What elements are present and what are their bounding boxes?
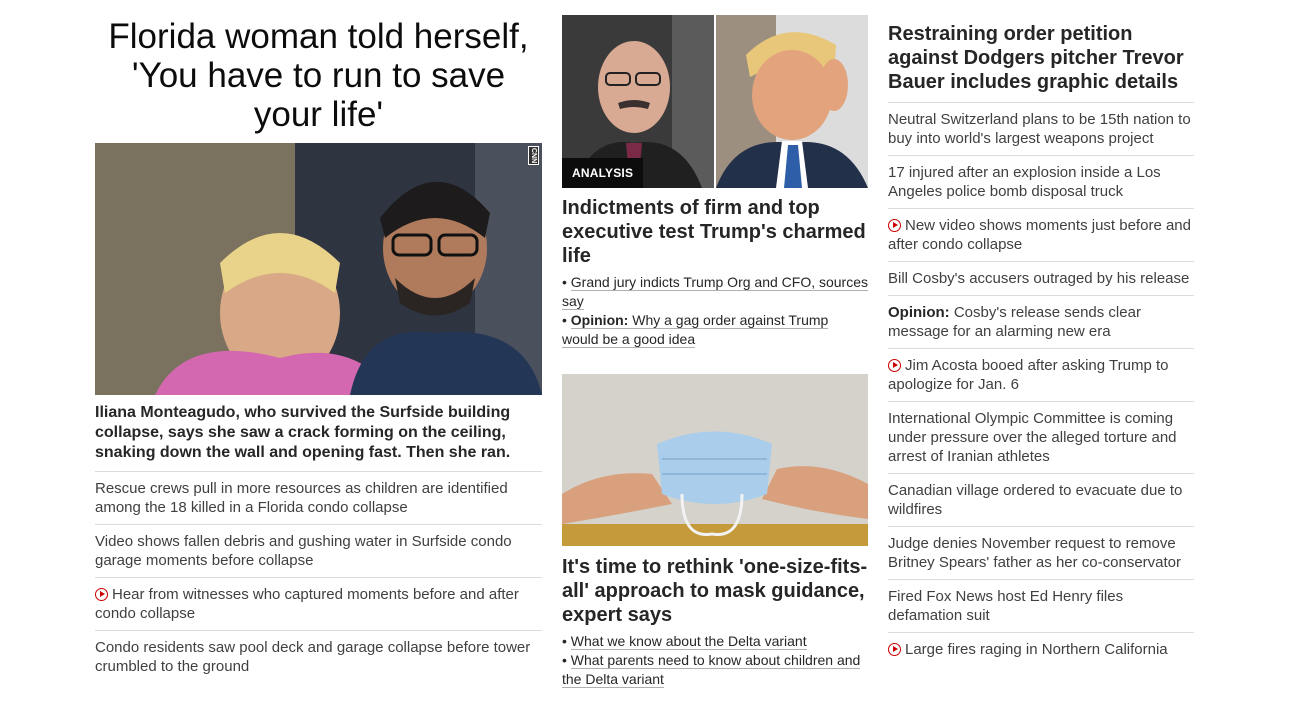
list-item-text: Fired Fox News host Ed Henry files defam… (888, 588, 1124, 624)
list-item[interactable]: Condo residents saw pool deck and garage… (95, 631, 542, 683)
news-homepage: Florida woman told herself, 'You have to… (0, 0, 1290, 708)
interview-photo (95, 143, 542, 395)
list-item-text: Large fires raging in Northern Californi… (905, 641, 1168, 658)
right-headlines-list: Neutral Switzerland plans to be 15th nat… (888, 103, 1194, 666)
list-item[interactable]: Large fires raging in Northern Californi… (888, 633, 1194, 666)
list-item: • Grand jury indicts Trump Org and CFO, … (562, 274, 869, 310)
list-item: • What we know about the Delta variant (562, 633, 807, 650)
list-item[interactable]: Bill Cosby's accusers outraged by his re… (888, 262, 1194, 296)
mask-related-links: • What we know about the Delta variant •… (562, 632, 868, 689)
list-item-text: Neutral Switzerland plans to be 15th nat… (888, 111, 1191, 147)
list-item-text: Video shows fallen debris and gushing wa… (95, 533, 512, 569)
opinion-label: Opinion: (570, 312, 629, 328)
opinion-label: Opinion: (888, 304, 950, 321)
lead-video-thumbnail[interactable]: CNN (95, 143, 542, 395)
play-circle-icon (95, 588, 108, 601)
related-link-opinion[interactable]: Opinion: Why a gag order against Trump w… (562, 312, 829, 348)
mask-photo (562, 374, 868, 546)
list-item-text: Bill Cosby's accusers outraged by his re… (888, 270, 1190, 287)
cnn-logo-badge: CNN (528, 146, 539, 166)
list-item-text: Canadian village ordered to evacuate due… (888, 482, 1183, 518)
list-item[interactable]: Judge denies November request to remove … (888, 527, 1194, 580)
list-item[interactable]: Fired Fox News host Ed Henry files defam… (888, 580, 1194, 633)
play-circle-icon (888, 359, 901, 372)
list-item[interactable]: Jim Acosta booed after asking Trump to a… (888, 349, 1194, 402)
list-item[interactable]: Video shows fallen debris and gushing wa… (95, 525, 542, 578)
list-item-text: Jim Acosta booed after asking Trump to a… (888, 357, 1169, 393)
right-column: Restraining order petition against Dodge… (888, 15, 1194, 666)
list-item[interactable]: International Olympic Committee is comin… (888, 402, 1194, 474)
list-item-text: Rescue crews pull in more resources as c… (95, 480, 508, 516)
middle-column: ANALYSIS Indictments of firm and top exe… (562, 15, 869, 689)
list-item[interactable]: 17 injured after an explosion inside a L… (888, 156, 1194, 209)
related-link[interactable]: Grand jury indicts Trump Org and CFO, so… (562, 274, 869, 310)
story-image-mask[interactable] (562, 374, 868, 546)
trump-related-links: • Grand jury indicts Trump Org and CFO, … (562, 273, 869, 349)
list-item-text: Hear from witnesses who captured moments… (95, 586, 519, 622)
list-item: • Opinion: Why a gag order against Trump… (562, 312, 829, 348)
right-headline[interactable]: Restraining order petition against Dodge… (888, 15, 1194, 103)
list-item[interactable]: Hear from witnesses who captured moments… (95, 578, 542, 631)
list-item-text: 17 injured after an explosion inside a L… (888, 164, 1161, 200)
list-item-text: International Olympic Committee is comin… (888, 410, 1177, 465)
list-item[interactable]: New video shows moments just before and … (888, 209, 1194, 262)
lead-column: Florida woman told herself, 'You have to… (95, 15, 542, 683)
related-link[interactable]: What parents need to know about children… (562, 652, 861, 688)
lead-related-list: Rescue crews pull in more resources as c… (95, 472, 542, 683)
trump-photo (716, 15, 868, 188)
list-item: • What parents need to know about childr… (562, 652, 861, 688)
list-item-text: New video shows moments just before and … (888, 217, 1191, 253)
story-title-mask[interactable]: It's time to rethink 'one-size-fits-all'… (562, 546, 868, 627)
list-item-text: Condo residents saw pool deck and garage… (95, 639, 531, 675)
list-item-text: Judge denies November request to remove … (888, 535, 1181, 571)
play-circle-icon (888, 643, 901, 656)
story-title-trump[interactable]: Indictments of firm and top executive te… (562, 188, 868, 268)
play-circle-icon (888, 219, 901, 232)
list-item[interactable]: Canadian village ordered to evacuate due… (888, 474, 1194, 527)
list-item[interactable]: Rescue crews pull in more resources as c… (95, 472, 542, 525)
lead-caption[interactable]: Iliana Monteagudo, who survived the Surf… (95, 395, 542, 472)
story-image-trump[interactable]: ANALYSIS (562, 15, 868, 188)
list-item[interactable]: Opinion: Cosby's release sends clear mes… (888, 296, 1194, 349)
analysis-tag: ANALYSIS (562, 158, 644, 188)
lead-headline[interactable]: Florida woman told herself, 'You have to… (95, 15, 542, 137)
related-link[interactable]: What we know about the Delta variant (570, 633, 807, 650)
list-item[interactable]: Neutral Switzerland plans to be 15th nat… (888, 103, 1194, 156)
